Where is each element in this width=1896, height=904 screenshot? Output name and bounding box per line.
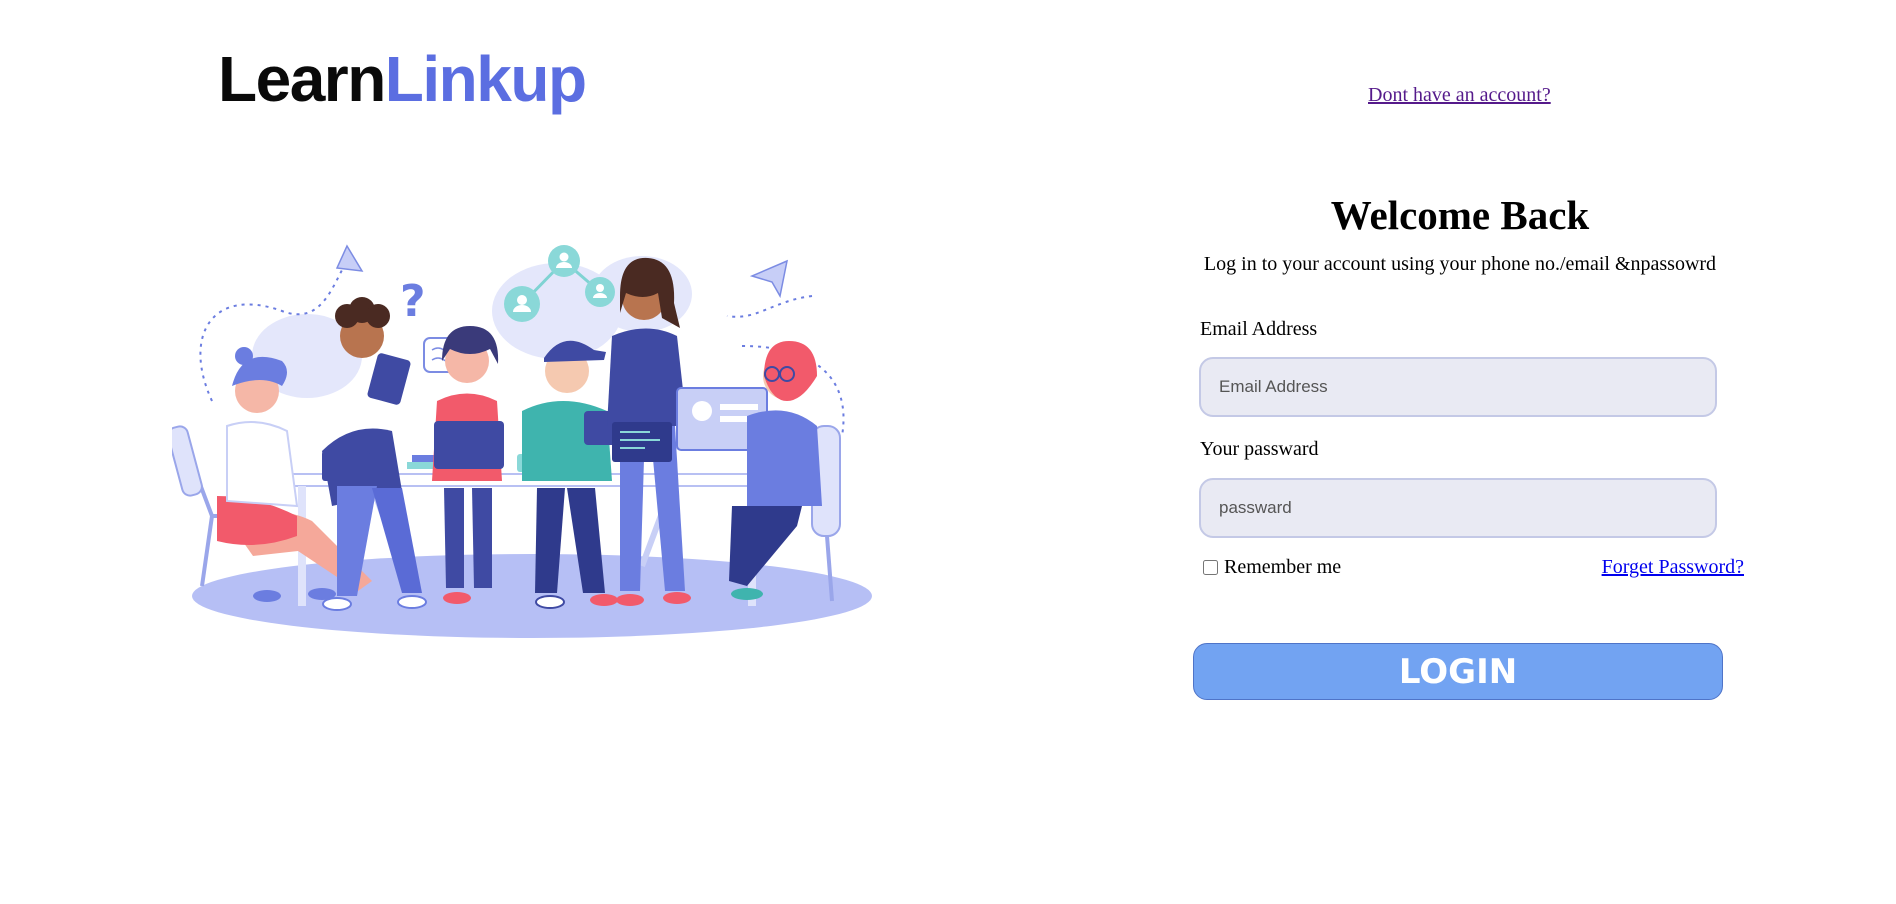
svg-text:?: ? [400, 276, 426, 327]
forgot-password-link[interactable]: Forget Password? [1602, 556, 1744, 579]
signup-link[interactable]: Dont have an account? [1368, 84, 1551, 107]
password-field[interactable] [1199, 478, 1717, 538]
email-label: Email Address [1200, 318, 1318, 340]
login-subtitle: Log in to your account using your phone … [1203, 253, 1717, 275]
remember-me[interactable]: Remember me [1203, 556, 1341, 579]
brand-logo: LearnLinkup [218, 42, 587, 116]
remember-me-label: Remember me [1224, 556, 1342, 578]
page-title: Welcome Back [1330, 192, 1590, 238]
password-label: Your passward [1200, 438, 1319, 460]
team-working-illustration: ? ! [172, 244, 872, 638]
email-field[interactable] [1199, 357, 1717, 417]
logo-text-learn: Learn [218, 43, 386, 115]
remember-me-checkbox[interactable] [1203, 560, 1218, 575]
login-button[interactable]: LOGIN [1193, 643, 1723, 700]
logo-text-linkup: Linkup [384, 43, 587, 115]
